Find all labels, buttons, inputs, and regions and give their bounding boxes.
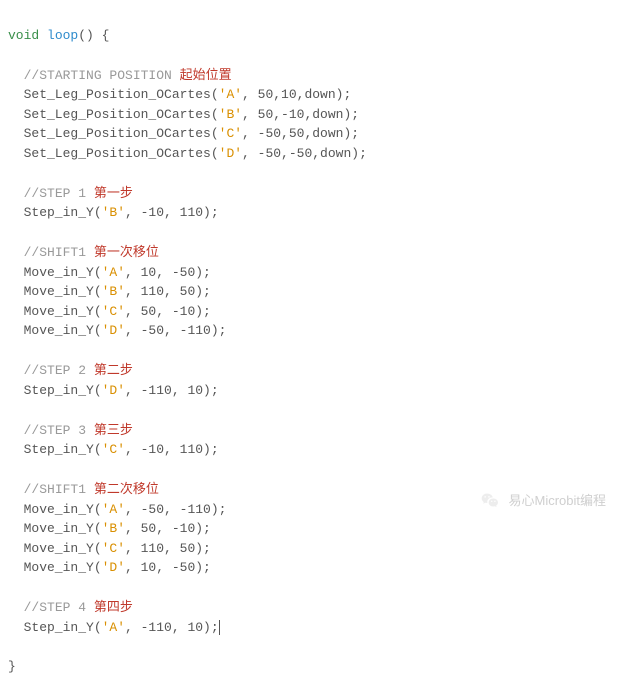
line-s1-post: , -10, 110);: [125, 205, 219, 220]
comment-shift1-en: //SHIFT1: [24, 245, 94, 260]
keyword-void: void: [8, 28, 39, 43]
line-m1a-ch: 'A': [102, 265, 125, 280]
line-spB-ch: 'B': [219, 107, 242, 122]
line-spA-pre: Set_Leg_Position_OCartes(: [8, 87, 219, 102]
line-m1c-pre: Move_in_Y(: [8, 304, 102, 319]
line-m1c-post: , 50, -10);: [125, 304, 211, 319]
comment-step4-en: //STEP 4: [24, 600, 94, 615]
comment-start-cn: 起始位置: [180, 67, 232, 82]
comment-step1-en: //STEP 1: [24, 186, 94, 201]
line-s3-ch: 'C': [102, 442, 125, 457]
comment-step2-en: //STEP 2: [24, 363, 94, 378]
line-m1b-post: , 110, 50);: [125, 284, 211, 299]
line-m2d-pre: Move_in_Y(: [8, 560, 102, 575]
line-spA-post: , 50,10,down);: [242, 87, 351, 102]
text-caret: [219, 620, 220, 635]
line-m2d-post: , 10, -50);: [125, 560, 211, 575]
line-m2c-ch: 'C': [102, 541, 125, 556]
line-s4-ch: 'A': [102, 620, 125, 635]
line-spB-post: , 50,-10,down);: [242, 107, 359, 122]
line-m1d-ch: 'D': [102, 323, 125, 338]
line-m1c-ch: 'C': [102, 304, 125, 319]
line-spC-pre: Set_Leg_Position_OCartes(: [8, 126, 219, 141]
comment-step1-cn: 第一步: [94, 185, 133, 200]
line-m2c-post: , 110, 50);: [125, 541, 211, 556]
line-s4-pre: Step_in_Y(: [8, 620, 102, 635]
line-s2-pre: Step_in_Y(: [8, 383, 102, 398]
line-m2a-pre: Move_in_Y(: [8, 502, 102, 517]
watermark-text: 易心Microbit编程: [508, 491, 606, 511]
wechat-icon: [480, 491, 500, 511]
comment-shift1-cn: 第一次移位: [94, 244, 159, 259]
line-m2b-post: , 50, -10);: [125, 521, 211, 536]
line-m2b-pre: Move_in_Y(: [8, 521, 102, 536]
line-m2b-ch: 'B': [102, 521, 125, 536]
line-s2-post: , -110, 10);: [125, 383, 219, 398]
line-m1d-pre: Move_in_Y(: [8, 323, 102, 338]
line-s1-ch: 'B': [102, 205, 125, 220]
line-m1a-pre: Move_in_Y(: [8, 265, 102, 280]
line-s3-post: , -10, 110);: [125, 442, 219, 457]
comment-step2-cn: 第二步: [94, 362, 133, 377]
comment-step3-en: //STEP 3: [24, 423, 94, 438]
func-open: () {: [78, 28, 109, 43]
line-m2a-post: , -50, -110);: [125, 502, 226, 517]
function-name: loop: [47, 28, 78, 43]
line-s1-pre: Step_in_Y(: [8, 205, 102, 220]
line-s4-post: , -110, 10);: [125, 620, 219, 635]
line-s3-pre: Step_in_Y(: [8, 442, 102, 457]
line-spD-ch: 'D': [219, 146, 242, 161]
comment-start-en: //STARTING POSITION: [24, 68, 180, 83]
line-spC-post: , -50,50,down);: [242, 126, 359, 141]
line-m1d-post: , -50, -110);: [125, 323, 226, 338]
line-spD-pre: Set_Leg_Position_OCartes(: [8, 146, 219, 161]
line-s2-ch: 'D': [102, 383, 125, 398]
watermark-footer: 易心Microbit编程: [480, 491, 606, 511]
comment-step4-cn: 第四步: [94, 599, 133, 614]
comment-step3-cn: 第三步: [94, 422, 133, 437]
comment-shift2-cn: 第二次移位: [94, 481, 159, 496]
line-m2d-ch: 'D': [102, 560, 125, 575]
line-m1b-ch: 'B': [102, 284, 125, 299]
line-spD-post: , -50,-50,down);: [242, 146, 367, 161]
line-spB-pre: Set_Leg_Position_OCartes(: [8, 107, 219, 122]
code-block: void loop() { //STARTING POSITION 起始位置 S…: [0, 0, 620, 682]
comment-shift2-en: //SHIFT1: [24, 482, 94, 497]
line-spA-ch: 'A': [219, 87, 242, 102]
line-m1b-pre: Move_in_Y(: [8, 284, 102, 299]
line-spC-ch: 'C': [219, 126, 242, 141]
brace-close: }: [8, 659, 16, 674]
line-m1a-post: , 10, -50);: [125, 265, 211, 280]
line-m2c-pre: Move_in_Y(: [8, 541, 102, 556]
line-m2a-ch: 'A': [102, 502, 125, 517]
